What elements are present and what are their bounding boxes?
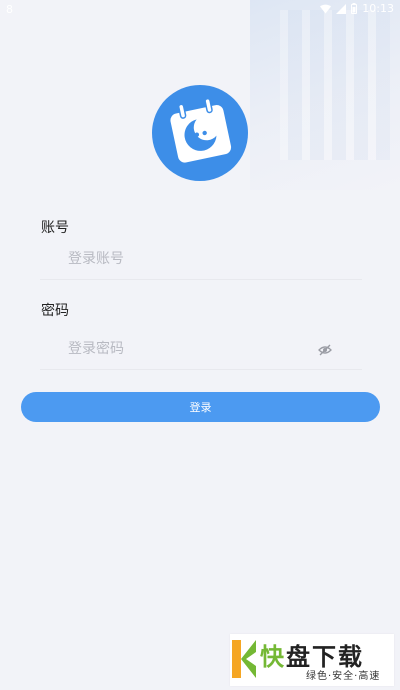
brand-k-logo-icon [232,640,256,678]
calendar-moon-logo-icon [170,97,232,163]
signal-icon [336,3,347,14]
status-bar: 8 10:13 [0,0,400,18]
app-logo [152,85,248,181]
password-label: 密码 [41,303,69,319]
login-button[interactable]: 登录 [21,392,380,422]
account-input[interactable] [66,239,310,279]
battery-icon [351,3,358,14]
eye-hidden-icon[interactable] [318,342,332,356]
wifi-icon [320,4,332,14]
watermark-badge: 快盘下载 绿色·安全·高速 [230,634,394,686]
background-decoration [250,0,400,190]
status-time: 10:13 [362,2,394,15]
account-field [40,239,362,280]
password-input[interactable] [66,329,310,369]
notification-indicator: 8 [6,3,13,16]
watermark-tagline: 绿色·安全·高速 [306,671,381,682]
password-field [40,329,362,370]
account-label: 账号 [41,220,69,236]
